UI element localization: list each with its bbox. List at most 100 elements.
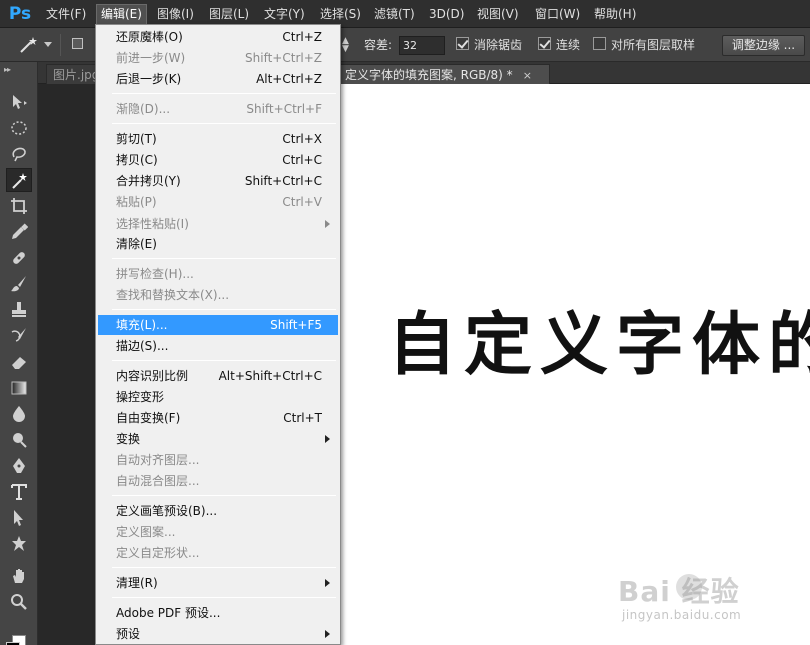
submenu-arrow-icon [325, 435, 330, 443]
sample-size-spinner-icon[interactable]: ▲ ▼ [342, 37, 352, 54]
menu-item-define-custom-shape[interactable]: 定义自定形状... [98, 543, 338, 563]
healing-brush-tool-icon[interactable] [6, 246, 32, 270]
menu-file[interactable]: 文件(F) [42, 5, 90, 24]
new-selection-icon[interactable] [72, 38, 83, 49]
menu-view[interactable]: 视图(V) [473, 5, 523, 24]
lasso-tool-icon[interactable] [6, 142, 32, 166]
dodge-tool-icon[interactable] [6, 428, 32, 452]
menu-filter[interactable]: 滤镜(T) [370, 5, 419, 24]
type-tool-icon[interactable] [6, 480, 32, 504]
menu-item-shortcut: Shift+Ctrl+C [244, 174, 322, 188]
menu-item-fill[interactable]: 填充(L)... Shift+F5 [98, 315, 338, 335]
gradient-tool-icon[interactable] [6, 376, 32, 400]
menu-item-paste[interactable]: 粘贴(P) Ctrl+V [98, 192, 338, 212]
tolerance-label: 容差: [364, 38, 393, 52]
tools-panel: ▸▸ [0, 62, 38, 645]
menu-item-label: 清理(R) [116, 576, 158, 590]
menu-image[interactable]: 图像(I) [153, 5, 198, 24]
eraser-tool-icon[interactable] [6, 350, 32, 374]
antialias-label: 消除锯齿 [474, 38, 523, 52]
menu-item-copy[interactable]: 拷贝(C) Ctrl+C [98, 150, 338, 170]
marquee-tool-icon[interactable] [6, 116, 32, 140]
menu-item-label: 自动混合图层... [116, 474, 200, 488]
tool-preset-dropdown-icon[interactable] [44, 42, 52, 47]
menu-item-puppet-warp[interactable]: 操控变形 [98, 387, 338, 407]
magic-wand-tool-icon[interactable] [6, 168, 32, 192]
menu-item-label: 剪切(T) [116, 132, 157, 146]
antialias-checkbox[interactable] [456, 37, 469, 50]
menu-select[interactable]: 选择(S) [316, 5, 365, 24]
refine-edge-button[interactable]: 调整边缘 ... [722, 35, 805, 56]
eyedropper-tool-icon[interactable] [6, 220, 32, 244]
menu-item-free-transform[interactable]: 自由变换(F) Ctrl+T [98, 408, 338, 428]
menu-separator [112, 123, 336, 124]
menu-item-copy-merged[interactable]: 合并拷贝(Y) Shift+Ctrl+C [98, 171, 338, 191]
menu-item-shortcut: Ctrl+Z [282, 30, 322, 44]
menu-item-auto-align-layers[interactable]: 自动对齐图层... [98, 450, 338, 470]
sample-all-layers-checkbox[interactable] [593, 37, 606, 50]
menu-item-step-forward[interactable]: 前进一步(W) Shift+Ctrl+Z [98, 48, 338, 68]
submenu-arrow-icon [325, 579, 330, 587]
photoshop-logo-icon: Ps [8, 4, 32, 24]
menu-item-auto-blend-layers[interactable]: 自动混合图层... [98, 471, 338, 491]
path-selection-tool-icon[interactable] [6, 506, 32, 530]
clone-stamp-tool-icon[interactable] [6, 298, 32, 322]
menu-item-label: 后退一步(K) [116, 72, 182, 86]
menu-item-label: 前进一步(W) [116, 51, 186, 65]
edit-menu-dropdown: 还原魔棒(O) Ctrl+Z 前进一步(W) Shift+Ctrl+Z 后退一步(K… [95, 24, 341, 645]
pen-tool-icon[interactable] [6, 454, 32, 478]
menu-item-paste-special[interactable]: 选择性粘贴(I) [98, 214, 338, 234]
menu-item-check-spelling[interactable]: 拼写检查(H)... [98, 264, 338, 284]
menu-item-shortcut: Ctrl+X [282, 132, 322, 146]
submenu-arrow-icon [325, 220, 330, 228]
blur-tool-icon[interactable] [6, 402, 32, 426]
menu-item-clear[interactable]: 清除(E) [98, 234, 338, 254]
history-brush-tool-icon[interactable] [6, 324, 32, 348]
menu-layer[interactable]: 图层(L) [205, 5, 253, 24]
menu-separator [112, 258, 336, 259]
close-icon[interactable]: × [523, 69, 532, 82]
submenu-arrow-icon [325, 630, 330, 638]
collapse-panel-icon[interactable]: ▸▸ [4, 65, 11, 74]
menu-item-shortcut: Ctrl+T [283, 411, 322, 425]
menu-item-fade[interactable]: 渐隐(D)... Shift+Ctrl+F [98, 99, 338, 119]
hand-tool-icon[interactable] [6, 564, 32, 588]
menu-item-define-pattern[interactable]: 定义图案... [98, 522, 338, 542]
menu-item-find-replace[interactable]: 查找和替换文本(X)... [98, 285, 338, 305]
menu-item-label: 查找和替换文本(X)... [116, 288, 230, 302]
zoom-tool-icon[interactable] [6, 590, 32, 614]
menu-window[interactable]: 窗口(W) [531, 5, 584, 24]
sample-all-layers-label: 对所有图层取样 [611, 38, 696, 52]
menu-item-define-brush-preset[interactable]: 定义画笔预设(B)... [98, 501, 338, 521]
menu-type[interactable]: 文字(Y) [260, 5, 309, 24]
menu-3d[interactable]: 3D(D) [425, 5, 468, 24]
menu-item-stroke[interactable]: 描边(S)... [98, 336, 338, 356]
paw-icon [676, 574, 702, 600]
move-tool-icon[interactable] [6, 90, 32, 114]
menu-item-cut[interactable]: 剪切(T) Ctrl+X [98, 129, 338, 149]
menu-separator [112, 309, 336, 310]
tab-active-document[interactable]: 定义字体的填充图案, RGB/8) * × [338, 64, 550, 84]
menu-item-content-aware-scale[interactable]: 内容识别比例 Alt+Shift+Ctrl+C [98, 366, 338, 386]
menu-item-label: 粘贴(P) [116, 195, 157, 209]
contiguous-label: 连续 [556, 38, 581, 52]
shape-tool-icon[interactable] [6, 532, 32, 556]
menu-item-adobe-pdf-presets[interactable]: Adobe PDF 预设... [98, 603, 338, 623]
tolerance-input[interactable]: 32 [399, 36, 445, 55]
menu-item-shortcut: Alt+Shift+Ctrl+C [218, 369, 322, 383]
menu-item-transform[interactable]: 变换 [98, 429, 338, 449]
menu-item-undo[interactable]: 还原魔棒(O) Ctrl+Z [98, 27, 338, 47]
menu-separator [112, 597, 336, 598]
menu-item-presets[interactable]: 预设 [98, 624, 338, 644]
menu-help[interactable]: 帮助(H) [590, 5, 640, 24]
magic-wand-preset-icon[interactable] [18, 36, 40, 54]
contiguous-checkbox[interactable] [538, 37, 551, 50]
menu-item-step-backward[interactable]: 后退一步(K) Alt+Ctrl+Z [98, 69, 338, 89]
menu-item-purge[interactable]: 清理(R) [98, 573, 338, 593]
brush-tool-icon[interactable] [6, 272, 32, 296]
menu-edit[interactable]: 编辑(E) [96, 4, 147, 25]
menu-item-label: 还原魔棒(O) [116, 30, 183, 44]
tab-label: 定义字体的填充图案, RGB/8) * [345, 68, 513, 82]
crop-tool-icon[interactable] [6, 194, 32, 218]
watermark: Bai 经验 jingyan.baidu.com [618, 570, 778, 630]
